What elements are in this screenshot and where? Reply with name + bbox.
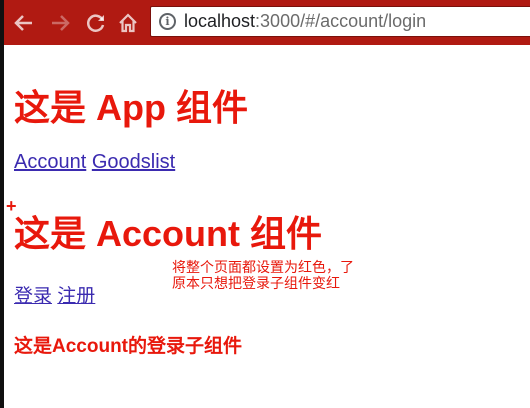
login-link[interactable]: 登录 <box>14 286 52 307</box>
annotation-line-1: 将整个页面都设置为红色，了 <box>172 259 354 275</box>
back-arrow-icon[interactable] <box>12 11 36 35</box>
window-edge <box>0 0 4 408</box>
account-link[interactable]: Account <box>14 151 86 173</box>
login-subcomponent-heading: 这是Account的登录子组件 <box>14 336 243 357</box>
main-nav: Account Goodslist <box>14 151 175 174</box>
goodslist-link[interactable]: Goodslist <box>92 151 175 173</box>
register-link[interactable]: 注册 <box>57 286 95 307</box>
page-content: 这是 App 组件 Account Goodslist + 这是 Account… <box>0 45 530 408</box>
url-host: localhost <box>184 11 256 31</box>
reload-icon[interactable] <box>84 11 108 35</box>
browser-toolbar: i localhost:3000/#/account/login <box>0 0 530 45</box>
account-sub-nav: 登录 注册 <box>14 281 95 308</box>
annotation-note: 将整个页面都设置为红色，了 原本只想把登录子组件变红 <box>172 259 354 291</box>
home-icon[interactable] <box>116 11 140 35</box>
annotation-line-2: 原本只想把登录子组件变红 <box>172 275 340 291</box>
browser-window: i localhost:3000/#/account/login 这是 App … <box>0 0 530 408</box>
app-component-title: 这是 App 组件 <box>14 87 248 128</box>
account-component-title: 这是 Account 组件 <box>14 213 323 254</box>
forward-arrow-icon[interactable] <box>48 11 72 35</box>
url-path: :3000/#/account/login <box>255 11 427 31</box>
address-bar[interactable]: i localhost:3000/#/account/login <box>150 6 530 37</box>
info-icon[interactable]: i <box>159 13 176 30</box>
